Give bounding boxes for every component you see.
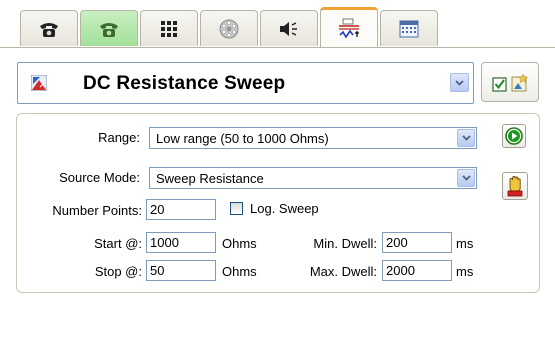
calendar-grid-icon: [399, 20, 419, 37]
min-dwell-label: Min. Dwell:: [313, 236, 377, 251]
range-label: Range:: [98, 130, 140, 145]
tab-speaker[interactable]: [260, 10, 318, 46]
chevron-down-icon: [461, 135, 471, 141]
stop-button[interactable]: [502, 172, 528, 200]
max-dwell-unit: ms: [456, 264, 474, 279]
min-dwell-unit: ms: [456, 236, 474, 251]
module-title: DC Resistance Sweep: [83, 73, 286, 94]
max-dwell-input[interactable]: 2000: [382, 260, 452, 281]
tab-keypad[interactable]: [140, 10, 198, 46]
number-points-label: Number Points:: [52, 203, 142, 218]
source-mode-dropdown-button[interactable]: [457, 169, 475, 187]
tab-telephone[interactable]: [20, 10, 78, 46]
number-points-input[interactable]: 20: [146, 199, 216, 220]
min-dwell-input[interactable]: 200: [382, 232, 452, 253]
start-unit: Ohms: [222, 236, 257, 251]
chevron-down-icon: [461, 175, 471, 181]
telephone-green-icon: [100, 22, 118, 37]
tab-baseline: [0, 47, 555, 48]
tab-signal[interactable]: [320, 7, 378, 48]
start-input[interactable]: 1000: [146, 232, 216, 253]
tab-strip: [0, 0, 555, 48]
range-value: Low range (50 to 1000 Ohms): [156, 131, 329, 146]
add-checked-button[interactable]: [481, 62, 539, 102]
hand-stop-icon: [507, 176, 523, 197]
source-mode-label: Source Mode:: [59, 170, 140, 185]
source-mode-select[interactable]: Sweep Resistance: [149, 167, 477, 189]
range-select[interactable]: Low range (50 to 1000 Ohms): [149, 127, 477, 149]
tab-dial[interactable]: [200, 10, 258, 46]
play-icon: [505, 127, 523, 145]
speaker-icon: [280, 21, 297, 36]
stop-unit: Ohms: [222, 264, 257, 279]
resistance-module-icon: [31, 75, 47, 91]
start-label: Start @:: [94, 236, 142, 251]
chevron-down-icon: [455, 79, 464, 86]
run-button[interactable]: [502, 124, 526, 148]
signal-waveform-icon: [339, 18, 359, 39]
max-dwell-label: Max. Dwell:: [309, 264, 377, 279]
module-dropdown-button[interactable]: [450, 73, 469, 92]
dial-disc-icon: [219, 19, 239, 38]
tab-telephone-green[interactable]: [80, 10, 138, 46]
checkbox-star-icon: [492, 73, 529, 92]
stop-label: Stop @:: [94, 264, 142, 279]
module-select[interactable]: DC Resistance Sweep: [17, 62, 474, 104]
tab-calendar[interactable]: [380, 10, 438, 46]
stop-input[interactable]: 50: [146, 260, 216, 281]
log-sweep-label: Log. Sweep: [250, 201, 319, 216]
keypad-grid-icon: [161, 20, 177, 37]
range-dropdown-button[interactable]: [457, 129, 475, 147]
telephone-icon: [40, 22, 58, 37]
source-mode-value: Sweep Resistance: [156, 171, 264, 186]
log-sweep-checkbox[interactable]: [230, 202, 243, 215]
